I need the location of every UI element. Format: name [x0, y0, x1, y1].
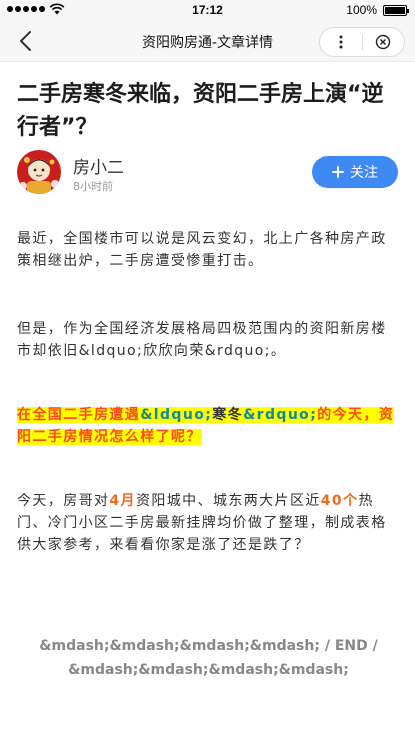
close-button[interactable] [362, 28, 404, 56]
p3-part3: 寒冬 [212, 407, 244, 423]
page-title: 资阳购房通-文章详情 [141, 35, 274, 51]
paragraph-4: 今天，房哥对4月资阳城中、城东两大片区近40个热门、冷门小区二手房最新挂牌均价做… [17, 490, 400, 556]
more-vertical-icon [339, 35, 343, 49]
article-title: 二手房寒冬来临，资阳二手房上演“逆行者”？ [17, 82, 384, 140]
p4-part1: 今天，房哥对 [17, 493, 110, 509]
author-name[interactable]: 房小二 [73, 153, 124, 178]
paragraph-3-highlight: 在全国二手房遭遇&ldquo;寒冬&rdquo;的今天，资阳二手房情况怎么样了呢… [17, 404, 400, 448]
p4-part2: 资阳城中、城东两大片区近 [135, 493, 321, 509]
status-bar: 17:12 100% [0, 0, 415, 20]
end-line-2: &mdash;&mdash;&mdash;&mdash; [68, 662, 349, 678]
back-button[interactable] [12, 28, 38, 54]
nav-bar: 资阳购房通-文章详情 [0, 20, 415, 62]
p3-part1: 在全国二手房遭遇 [17, 407, 141, 423]
follow-button[interactable]: 关注 [312, 156, 398, 188]
battery-icon [383, 5, 409, 16]
avatar[interactable] [17, 150, 61, 194]
p3-part2: &ldquo; [140, 407, 213, 423]
chevron-left-icon [20, 31, 31, 51]
highlight-run: 在全国二手房遭遇&ldquo;寒冬&rdquo;的今天，资阳二手房情况怎么样了呢… [17, 407, 395, 445]
follow-label: 关注 [350, 165, 378, 181]
battery-percent: 100% [346, 3, 377, 17]
author-row: 房小二 8小时前 关注 [17, 150, 401, 200]
close-circle-icon [376, 34, 391, 50]
menu-capsule [319, 27, 405, 57]
paragraph-2: 但是，作为全国经济发展格局四极范围内的资阳新房楼市却依旧&ldquo;欣欣向荣&… [17, 321, 387, 359]
paragraph-1: 最近，全国楼市可以说是风云变幻，北上广各种房产政策相继出炉，二手房遭受惨重打击。 [17, 231, 387, 269]
end-line-1: &mdash;&mdash;&mdash;&mdash; / END / [39, 638, 378, 654]
end-marker: &mdash;&mdash;&mdash;&mdash; / END / &md… [17, 634, 400, 682]
more-button[interactable] [320, 28, 362, 56]
plus-icon [332, 166, 344, 178]
p3-part4: &rdquo; [243, 407, 318, 423]
p4-count: 40个 [320, 493, 359, 509]
p4-month: 4月 [109, 493, 136, 509]
post-time: 8小时前 [73, 180, 113, 193]
